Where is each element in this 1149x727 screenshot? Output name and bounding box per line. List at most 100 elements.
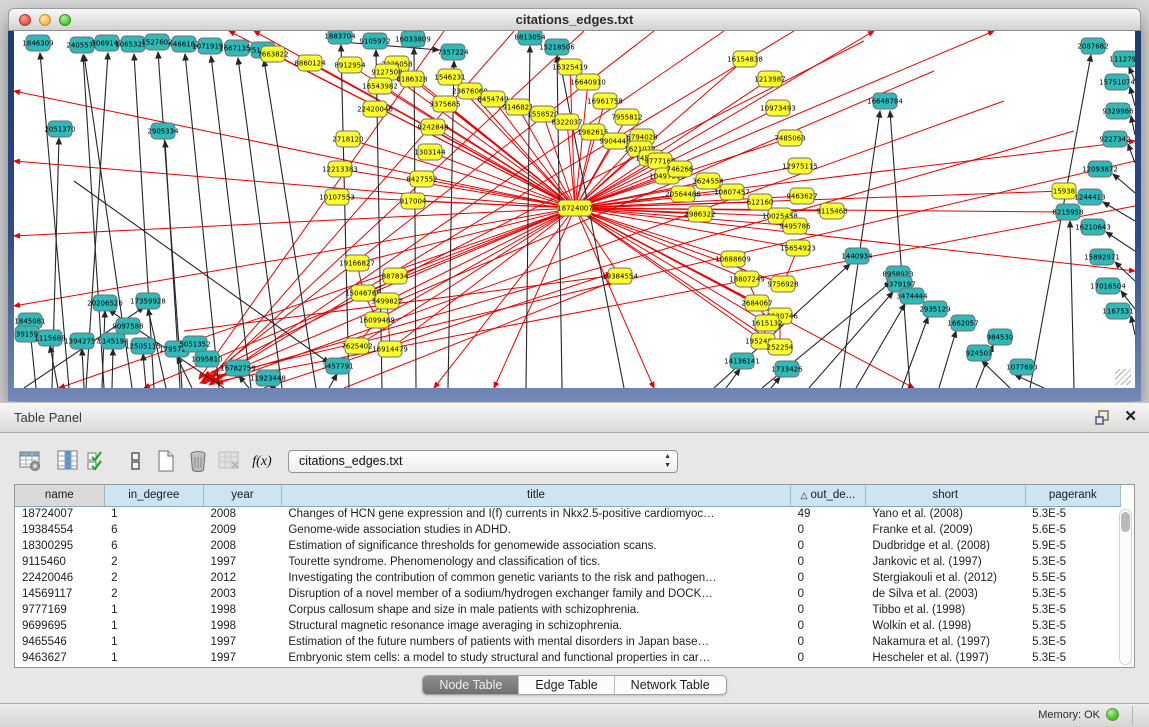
- graph-node[interactable]: 9495786: [779, 218, 811, 234]
- table-cell[interactable]: Stergiakouli et al. (2012): [865, 570, 1025, 586]
- graph-node[interactable]: 8860124: [294, 55, 326, 71]
- table-row[interactable]: 946362711997Embryonic stem cells: a mode…: [15, 650, 1121, 666]
- graph-node[interactable]: 10107553: [319, 189, 355, 205]
- graph-node[interactable]: 16961758: [587, 93, 623, 109]
- column-header-name[interactable]: name: [15, 485, 104, 506]
- graph-node[interactable]: 9463627: [786, 188, 817, 204]
- graph-node[interactable]: 746266: [667, 161, 694, 177]
- graph-node[interactable]: 3457791: [322, 358, 353, 374]
- graph-node[interactable]: 13942757: [64, 333, 100, 349]
- graph-node[interactable]: 924503: [966, 345, 993, 361]
- table-cell[interactable]: Estimation of the future numbers of pati…: [281, 634, 790, 650]
- table-cell[interactable]: Jankovic et al. (1997): [865, 554, 1025, 570]
- graph-node[interactable]: 2684067: [741, 295, 772, 311]
- graph-node[interactable]: 1662057: [947, 315, 978, 331]
- graph-node[interactable]: 1733426: [771, 361, 803, 377]
- table-cell[interactable]: 14569117: [15, 586, 104, 602]
- row-height-icon[interactable]: [121, 448, 149, 476]
- table-cell[interactable]: 9777169: [15, 602, 104, 618]
- table-cell[interactable]: 0: [791, 618, 866, 634]
- table-cell[interactable]: 1998: [204, 618, 282, 634]
- graph-node[interactable]: 9097588: [112, 318, 143, 334]
- graph-node[interactable]: 252254: [767, 339, 794, 355]
- network-window-titlebar[interactable]: citations_edges.txt: [8, 8, 1141, 31]
- table-cell[interactable]: 5.3E-5: [1025, 618, 1120, 634]
- table-cell[interactable]: 0: [791, 538, 866, 554]
- graph-node[interactable]: 7663822: [257, 46, 288, 62]
- graph-node[interactable]: 3375685: [429, 96, 460, 112]
- close-window-button[interactable]: [19, 14, 31, 26]
- network-canvas[interactable]: 1846309240557230691401065325715276026466…: [14, 31, 1135, 388]
- scrollbar-thumb[interactable]: [1121, 512, 1130, 532]
- graph-node[interactable]: 7485063: [774, 130, 805, 146]
- graph-node[interactable]: 12975115: [782, 158, 818, 174]
- graph-node[interactable]: 1244413: [1074, 189, 1105, 205]
- graph-node[interactable]: 17359928: [130, 293, 166, 309]
- graph-node[interactable]: 8912954: [334, 57, 366, 73]
- table-cell[interactable]: 0: [791, 522, 866, 538]
- table-scrollbar[interactable]: [1119, 509, 1132, 665]
- graph-node[interactable]: 7357224: [437, 44, 469, 60]
- close-panel-icon[interactable]: ✕: [1124, 407, 1137, 425]
- table-cell[interactable]: 18300295: [15, 538, 104, 554]
- graph-node[interactable]: 612160: [747, 194, 774, 210]
- column-header-pagerank[interactable]: pagerank: [1025, 485, 1120, 506]
- table-cell[interactable]: Yano et al. (2008): [865, 506, 1025, 522]
- table-mode-icon[interactable]: [16, 448, 44, 476]
- table-cell[interactable]: 2012: [204, 570, 282, 586]
- table-cell[interactable]: 0: [791, 634, 866, 650]
- table-cell[interactable]: Tourette syndrome. Phenomenology and cla…: [281, 554, 790, 570]
- table-cell[interactable]: 0: [791, 650, 866, 666]
- table-cell[interactable]: 2009: [204, 522, 282, 538]
- function-builder-icon[interactable]: f(x): [248, 448, 276, 476]
- table-cell[interactable]: 1: [104, 602, 203, 618]
- table-cell[interactable]: 2008: [204, 506, 282, 522]
- column-header-in_degree[interactable]: in_degree: [104, 485, 203, 506]
- graph-node[interactable]: 1115688: [34, 330, 65, 346]
- table-cell[interactable]: 1997: [204, 634, 282, 650]
- float-panel-icon[interactable]: [1095, 410, 1111, 426]
- table-cell[interactable]: 1997: [204, 650, 282, 666]
- column-header-year[interactable]: year: [204, 485, 282, 506]
- table-cell[interactable]: Tibbo et al. (1998): [865, 602, 1025, 618]
- table-cell[interactable]: 5.6E-5: [1025, 522, 1120, 538]
- table-cell[interactable]: 2: [104, 554, 203, 570]
- zoom-window-button[interactable]: [59, 14, 71, 26]
- graph-node[interactable]: 9756928: [767, 276, 798, 292]
- graph-node[interactable]: 9242848: [417, 119, 448, 135]
- graph-node[interactable]: 1167531: [1102, 303, 1133, 319]
- table-row[interactable]: 1938455462009Genome-wide association stu…: [15, 522, 1121, 538]
- column-header-title[interactable]: title: [281, 485, 790, 506]
- table-cell[interactable]: 9115460: [15, 554, 104, 570]
- table-cell[interactable]: 5.3E-5: [1025, 586, 1120, 602]
- graph-node[interactable]: 8186328: [396, 71, 427, 87]
- delete-table-icon[interactable]: [215, 448, 243, 476]
- graph-node[interactable]: 8427552: [406, 171, 437, 187]
- table-cell[interactable]: Nakamura et al. (1997): [865, 634, 1025, 650]
- graph-node[interactable]: 16033809: [395, 31, 431, 47]
- graph-node[interactable]: 1883704: [324, 31, 356, 44]
- table-cell[interactable]: Estimation of significance thresholds fo…: [281, 538, 790, 554]
- tab-edge-table[interactable]: Edge Table: [518, 676, 613, 694]
- graph-node[interactable]: 1213987: [754, 71, 785, 87]
- table-cell[interactable]: Wolkin et al. (1998): [865, 618, 1025, 634]
- graph-node[interactable]: 7955812: [611, 109, 642, 125]
- table-row[interactable]: 2242004622012Investigating the contribut…: [15, 570, 1121, 586]
- graph-node[interactable]: 18724007: [557, 200, 593, 216]
- table-cell[interactable]: 2: [104, 570, 203, 586]
- table-cell[interactable]: Disruption of a novel member of a sodium…: [281, 586, 790, 602]
- table-cell[interactable]: 0: [791, 554, 866, 570]
- minimize-window-button[interactable]: [39, 14, 51, 26]
- table-cell[interactable]: 22420046: [15, 570, 104, 586]
- table-cell[interactable]: 5.3E-5: [1025, 506, 1120, 522]
- graph-node[interactable]: 9105972: [359, 33, 390, 49]
- table-cell[interactable]: Franke et al. (2009): [865, 522, 1025, 538]
- graph-node[interactable]: 9329966: [1102, 103, 1134, 119]
- table-selector-dropdown[interactable]: citations_edges.txt ▲▼: [288, 450, 678, 473]
- table-row[interactable]: 969969511998Structural magnetic resonanc…: [15, 618, 1121, 634]
- table-cell[interactable]: 1998: [204, 602, 282, 618]
- graph-node[interactable]: 2986322: [684, 206, 715, 222]
- select-columns-icon[interactable]: [83, 448, 111, 476]
- table-cell[interactable]: 0: [791, 586, 866, 602]
- graph-node[interactable]: 10688609: [715, 251, 751, 267]
